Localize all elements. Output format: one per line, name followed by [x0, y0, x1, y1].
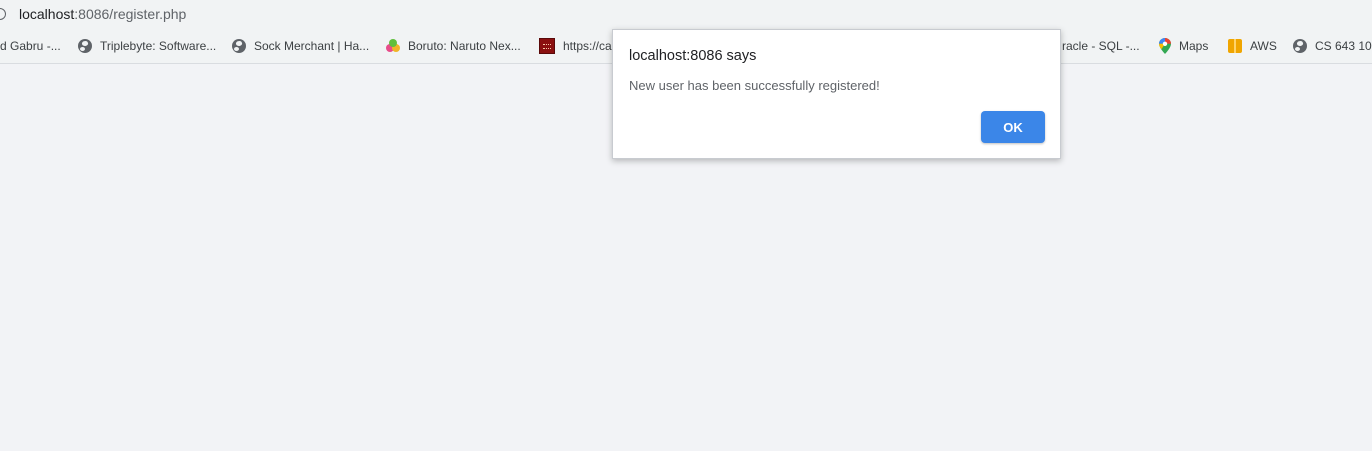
boruto-icon: [386, 39, 400, 53]
bookmark-label: Sock Merchant | Ha...: [254, 39, 370, 53]
bookmark-item[interactable]: Sock Merchant | Ha...: [232, 33, 369, 59]
bookmark-item[interactable]: racle - SQL -...: [1062, 33, 1140, 59]
globe-icon: [78, 39, 92, 53]
url-text[interactable]: localhost:8086/register.php: [19, 5, 186, 23]
bookmark-label: Triplebyte: Software...: [100, 39, 217, 53]
bookmark-item[interactable]: CS 643 102: [1293, 33, 1372, 59]
bookmark-label: CS 643 102: [1315, 39, 1372, 53]
bookmark-label: d Gabru -...: [0, 39, 61, 53]
globe-icon: [1293, 39, 1307, 53]
bookmark-item[interactable]: Maps: [1159, 33, 1208, 59]
address-bar[interactable]: localhost:8086/register.php: [0, 0, 1372, 28]
aws-icon: [1228, 39, 1242, 53]
bookmark-label: AWS: [1250, 39, 1277, 53]
bookmark-label: Maps: [1179, 39, 1209, 53]
info-icon[interactable]: [0, 8, 6, 20]
url-host: localhost: [19, 6, 75, 22]
dialog-title: localhost:8086 says: [629, 48, 757, 64]
bookmark-item[interactable]: d Gabru -...: [0, 33, 61, 59]
ok-button[interactable]: OK: [981, 111, 1045, 143]
bookmark-label: https://ca: [563, 39, 612, 53]
maps-icon: [1159, 38, 1171, 54]
dialog-message: New user has been successfully registere…: [629, 78, 880, 93]
globe-icon: [232, 39, 246, 53]
bookmark-item[interactable]: AWS: [1228, 33, 1277, 59]
bookmark-item[interactable]: https://ca: [539, 33, 612, 59]
bookmark-label: racle - SQL -...: [1062, 39, 1140, 53]
bookmark-item[interactable]: Triplebyte: Software...: [78, 33, 216, 59]
bookmark-label: Boruto: Naruto Nex...: [408, 39, 521, 53]
red-square-icon: [539, 38, 555, 54]
alert-dialog: localhost:8086 says New user has been su…: [612, 29, 1061, 159]
bookmark-item[interactable]: Boruto: Naruto Nex...: [386, 33, 521, 59]
url-path: :8086/register.php: [74, 6, 187, 22]
